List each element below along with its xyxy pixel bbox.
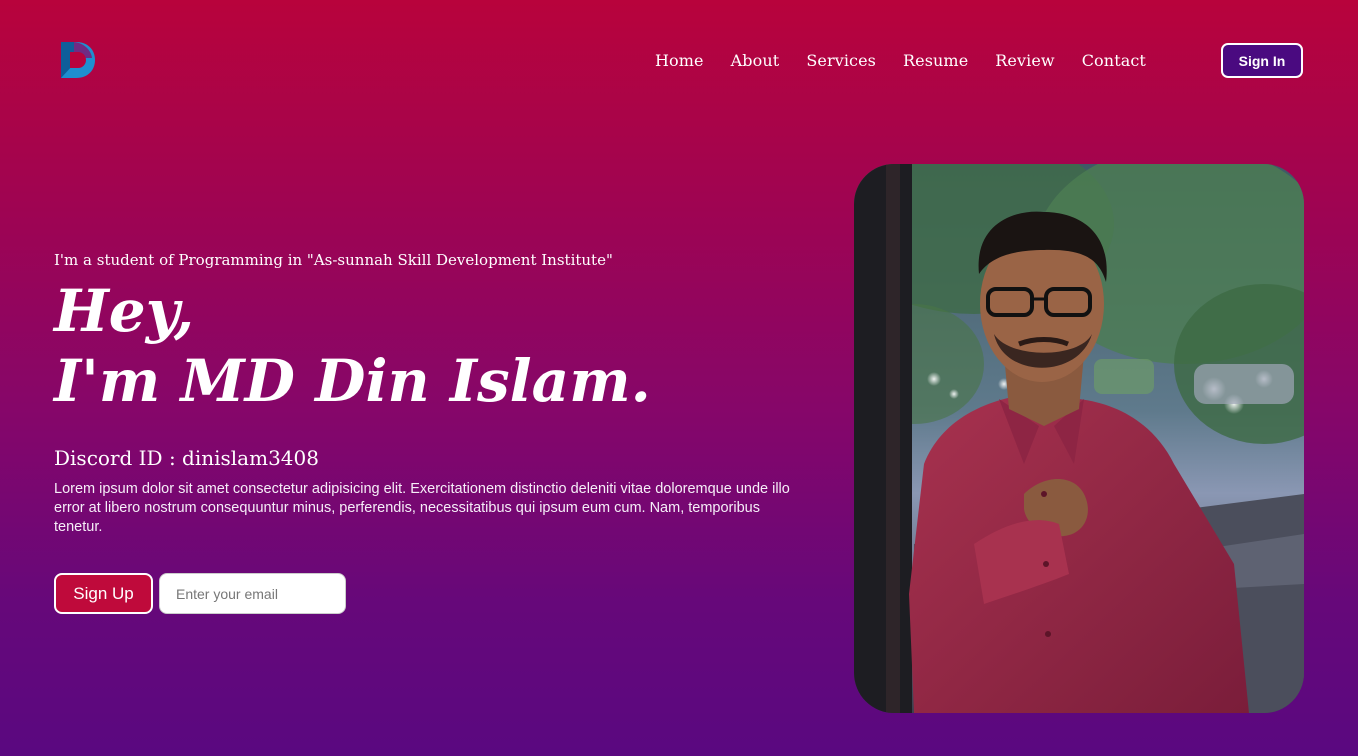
main-nav: Home About Services Resume Review Contac…	[655, 50, 1173, 72]
hero-kicker: I'm a student of Programming in "As-sunn…	[54, 251, 613, 269]
signup-form: Sign Up	[54, 573, 346, 614]
nav-about-link[interactable]: About	[731, 50, 780, 72]
nav-services-link[interactable]: Services	[806, 50, 876, 72]
nav-resume-link[interactable]: Resume	[903, 50, 968, 72]
discord-id: Discord ID : dinislam3408	[54, 446, 319, 470]
profile-photo	[854, 164, 1304, 713]
nav-contact-link[interactable]: Contact	[1082, 50, 1146, 72]
hero-headline: Hey, I'm MD Din Islam.	[54, 276, 804, 416]
sign-in-button[interactable]: Sign In	[1221, 43, 1303, 78]
sign-up-button[interactable]: Sign Up	[54, 573, 153, 614]
headline-line-2: I'm MD Din Islam.	[54, 347, 651, 415]
profile-photo-illustration	[854, 164, 1304, 713]
nav-home-link[interactable]: Home	[655, 50, 704, 72]
nav-review-link[interactable]: Review	[995, 50, 1054, 72]
headline-line-1: Hey,	[54, 277, 195, 345]
email-input[interactable]	[159, 573, 346, 614]
hero-section: I'm a student of Programming in "As-sunn…	[54, 250, 804, 537]
logo[interactable]	[58, 40, 96, 80]
logo-d-icon	[61, 42, 95, 78]
hero-description: Lorem ipsum dolor sit amet consectetur a…	[54, 481, 790, 535]
